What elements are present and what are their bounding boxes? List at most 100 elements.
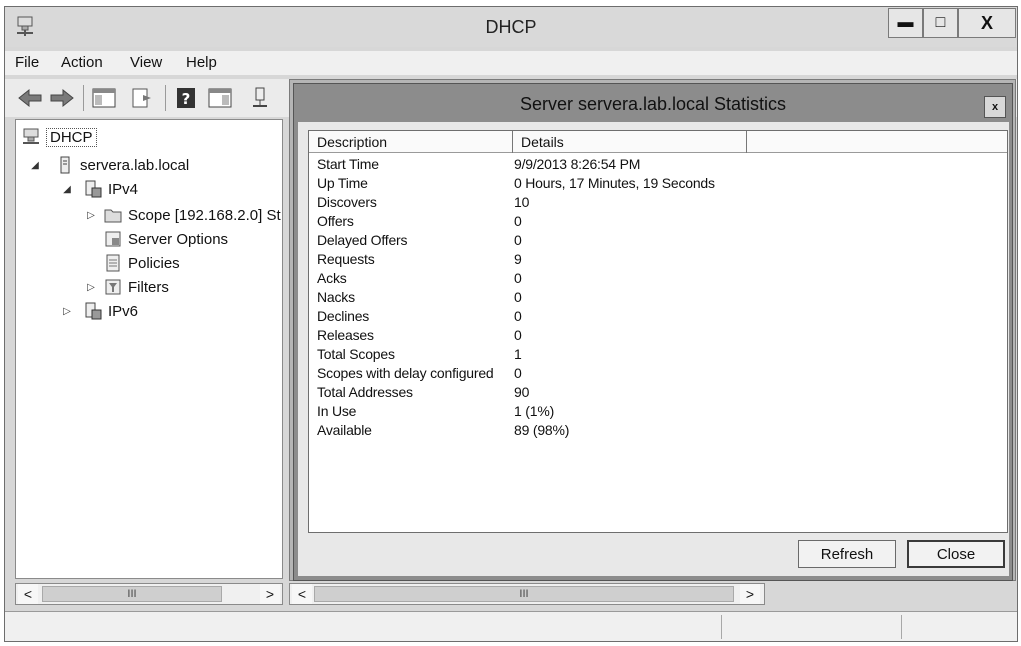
tree-label-server-options: Server Options: [128, 230, 229, 248]
close-window-button[interactable]: X: [958, 8, 1016, 38]
row-description: Total Addresses: [317, 384, 413, 400]
row-description: Nacks: [317, 289, 355, 305]
row-description: Available: [317, 422, 372, 438]
dialog-close-icon[interactable]: x: [984, 96, 1006, 118]
tree-label-filters: Filters: [128, 278, 169, 296]
row-details: 0: [514, 308, 522, 324]
server-icon: [60, 156, 70, 174]
table-row[interactable]: Total Scopes 1: [309, 345, 1007, 364]
table-row[interactable]: Total Addresses 90: [309, 383, 1007, 402]
table-row[interactable]: Start Time 9/9/2013 8:26:54 PM: [309, 155, 1007, 174]
expand-toggle-filters[interactable]: ▷: [86, 281, 96, 293]
scroll-right-arrow[interactable]: >: [260, 584, 280, 604]
table-row[interactable]: Up Time 0 Hours, 17 Minutes, 19 Seconds: [309, 174, 1007, 193]
row-description: Acks: [317, 270, 347, 286]
row-description: Scopes with delay configured: [317, 365, 494, 381]
tree-label-scope: Scope [192.168.2.0] St: [128, 206, 281, 224]
show-action-pane-icon[interactable]: [207, 87, 233, 109]
policies-icon: [106, 254, 120, 272]
expand-toggle-ipv4[interactable]: ◢: [62, 183, 72, 195]
expand-toggle-ipv6[interactable]: ▷: [62, 305, 72, 317]
scroll-right-arrow[interactable]: >: [740, 584, 760, 604]
row-details: 10: [514, 194, 530, 210]
toolbar-separator: [83, 85, 84, 111]
tree-item-server[interactable]: servera.lab.local: [56, 154, 189, 176]
tree-label-ipv6: IPv6: [108, 302, 139, 320]
row-details: 1: [514, 346, 522, 362]
row-details: 89 (98%): [514, 422, 570, 438]
svg-text:?: ?: [182, 90, 191, 108]
menu-help[interactable]: Help: [186, 54, 217, 71]
help-icon[interactable]: ?: [173, 87, 199, 109]
forward-arrow-icon[interactable]: [49, 87, 75, 109]
status-bar: [5, 611, 1017, 641]
row-details: 0: [514, 232, 522, 248]
tree-label-ipv4: IPv4: [108, 180, 139, 198]
table-row[interactable]: Declines 0: [309, 307, 1007, 326]
row-description: Declines: [317, 308, 370, 324]
scroll-left-arrow[interactable]: <: [18, 584, 38, 604]
row-description: Delayed Offers: [317, 232, 408, 248]
close-button[interactable]: Close: [907, 540, 1005, 568]
row-details: 0: [514, 365, 522, 381]
table-row[interactable]: Releases 0: [309, 326, 1007, 345]
table-row[interactable]: Offers 0: [309, 212, 1007, 231]
dhcp-icon: [23, 128, 39, 144]
refresh-button[interactable]: Refresh: [798, 540, 896, 568]
row-details: 90: [514, 384, 530, 400]
ipv6-icon: [85, 302, 102, 320]
tree-item-scope[interactable]: Scope [192.168.2.0] St: [104, 204, 281, 226]
table-row[interactable]: Delayed Offers 0: [309, 231, 1007, 250]
statistics-list[interactable]: Description Details Start Time 9/9/2013 8…: [308, 130, 1008, 533]
back-arrow-icon[interactable]: [17, 87, 43, 109]
scroll-left-arrow[interactable]: <: [292, 584, 312, 604]
row-details: 0: [514, 327, 522, 343]
menu-bar: File Action View Help: [5, 51, 1017, 75]
table-row[interactable]: Nacks 0: [309, 288, 1007, 307]
tree-item-filters[interactable]: Filters: [104, 276, 169, 298]
filter-icon: [105, 279, 121, 295]
details-horizontal-scrollbar[interactable]: < III >: [289, 583, 765, 605]
tree-label-server: servera.lab.local: [80, 156, 190, 174]
tree-item-ipv4[interactable]: IPv4: [84, 178, 138, 200]
tree-item-server-options[interactable]: Server Options: [104, 228, 228, 250]
expand-toggle-scope[interactable]: ▷: [86, 209, 96, 221]
row-description: Offers: [317, 213, 354, 229]
column-header-details[interactable]: Details: [513, 131, 747, 153]
show-hide-console-tree-icon[interactable]: [91, 87, 117, 109]
table-row[interactable]: Requests 9: [309, 250, 1007, 269]
folder-icon: [104, 209, 122, 223]
table-row[interactable]: Available 89 (98%): [309, 421, 1007, 440]
console-tree: DHCP ◢ servera.lab.local ◢ IPv4 ▷ Scope …: [15, 119, 283, 579]
dhcp-window: DHCP ▬ □ X File Action View Help ? DHCP …: [4, 6, 1018, 642]
window-title: DHCP: [485, 17, 537, 37]
list-header: Description Details: [309, 131, 1007, 153]
scroll-thumb[interactable]: III: [42, 586, 222, 602]
menu-file[interactable]: File: [15, 54, 39, 71]
row-description: In Use: [317, 403, 357, 419]
table-row[interactable]: In Use 1 (1%): [309, 402, 1007, 421]
scroll-thumb[interactable]: III: [314, 586, 734, 602]
table-row[interactable]: Acks 0: [309, 269, 1007, 288]
tree-item-dhcp[interactable]: DHCP: [22, 126, 97, 148]
server-icon[interactable]: [247, 87, 273, 109]
export-list-icon[interactable]: [129, 87, 155, 109]
table-row[interactable]: Discovers 10: [309, 193, 1007, 212]
minimize-button[interactable]: ▬: [888, 8, 923, 38]
dialog-title: Server servera.lab.local Statistics: [519, 94, 787, 114]
row-details: 1 (1%): [514, 403, 555, 419]
maximize-button[interactable]: □: [923, 8, 958, 38]
tree-item-ipv6[interactable]: IPv6: [84, 300, 138, 322]
row-details: 9: [514, 251, 522, 267]
row-description: Requests: [317, 251, 375, 267]
column-header-description[interactable]: Description: [309, 131, 513, 153]
expand-toggle-server[interactable]: ◢: [30, 159, 40, 171]
menu-action[interactable]: Action: [61, 54, 103, 71]
tree-horizontal-scrollbar[interactable]: < III >: [15, 583, 283, 605]
row-details: 9/9/2013 8:26:54 PM: [514, 156, 641, 172]
menu-view[interactable]: View: [130, 54, 162, 71]
dialog-body: Description Details Start Time 9/9/2013 8…: [298, 122, 1009, 576]
title-bar: DHCP ▬ □ X: [5, 7, 1017, 47]
tree-item-policies[interactable]: Policies: [104, 252, 180, 274]
table-row[interactable]: Scopes with delay configured 0: [309, 364, 1007, 383]
